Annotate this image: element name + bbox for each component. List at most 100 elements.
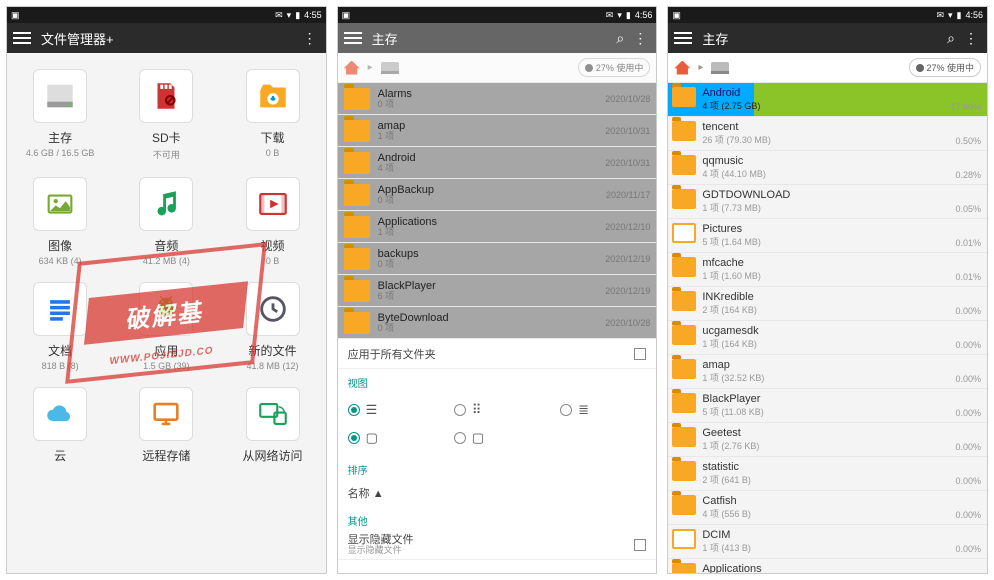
doc-icon (33, 282, 87, 336)
view-section-head: 视图 (338, 369, 657, 392)
tile-music[interactable]: 音频41.2 MB (4) (113, 169, 219, 274)
battery-icon: ▮ (957, 10, 962, 21)
tile-monitor[interactable]: 远程存储 (113, 379, 219, 474)
tile-video[interactable]: 视频 0 B (219, 169, 325, 274)
folder-status-icon: ▣ (11, 10, 20, 21)
tile-cloud[interactable]: 云 (7, 379, 113, 474)
apply-all-row[interactable]: 应用于所有文件夹 (338, 339, 657, 369)
tile-label: 视频 (261, 237, 285, 254)
app-bar: 文件管理器+ ⋮ (7, 23, 326, 53)
tile-label: SD卡 (152, 129, 181, 146)
folder-row[interactable]: statistic2 项 (641 B)0.00% (668, 457, 987, 491)
storage-list-body[interactable]: Android 4 项 (2.75 GB) 17.60% tencent26 项… (668, 83, 987, 573)
folder-row[interactable]: backups0 项2020/12/19 (338, 243, 657, 275)
folder-icon (672, 291, 696, 311)
tile-apk[interactable]: 应用1.5 GB (39) (113, 274, 219, 379)
folder-row[interactable]: AppBackup0 项2020/11/17 (338, 179, 657, 211)
image-icon (33, 177, 87, 231)
hidden-files-row[interactable]: 显示隐藏文件 显示隐藏文件 (338, 530, 657, 560)
radio-icon (348, 432, 360, 444)
menu-icon[interactable] (674, 32, 692, 44)
radio-icon (560, 404, 572, 416)
overflow-icon[interactable]: ⋮ (961, 30, 981, 47)
apk-icon (139, 282, 193, 336)
folder-icon (672, 461, 696, 481)
overflow-icon[interactable]: ⋮ (300, 30, 320, 47)
folder-icon (672, 359, 696, 379)
overflow-icon[interactable]: ⋮ (630, 30, 650, 47)
folder-row[interactable]: Pictures5 项 (1.64 MB)0.01% (668, 219, 987, 253)
folder-row[interactable]: BlackPlayer6 项2020/12/19 (338, 275, 657, 307)
tile-sub: 0 B (266, 256, 280, 266)
tile-doc[interactable]: 文档818 B (8) (7, 274, 113, 379)
folder-icon (672, 155, 696, 175)
clock: 4:56 (635, 10, 653, 20)
folder-row[interactable]: qqmusic4 项 (44.10 MB)0.28% (668, 151, 987, 185)
tile-clock[interactable]: 新的文件41.8 MB (12) (219, 274, 325, 379)
folder-row[interactable]: Applications1 项 (259 B)0.00% (668, 559, 987, 573)
tile-image[interactable]: 图像634 KB (4) (7, 169, 113, 274)
menu-icon[interactable] (13, 32, 31, 44)
folder-row[interactable]: BlackPlayer5 项 (11.08 KB)0.00% (668, 389, 987, 423)
tile-label: 主存 (48, 129, 72, 146)
status-bar: ▣ ✉ ▾ ▮ 4:56 (338, 7, 657, 23)
view-detail[interactable]: ≣ (550, 396, 656, 424)
view-gallery-a[interactable]: ▢ (338, 424, 444, 452)
folder-row[interactable]: DCIM1 项 (413 B)0.00% (668, 525, 987, 559)
checkbox[interactable] (634, 539, 646, 551)
folder-row[interactable]: Alarms0 项2020/10/28 (338, 83, 657, 115)
folder-row[interactable]: Geetest1 项 (2.76 KB)0.00% (668, 423, 987, 457)
tile-disk[interactable]: 主存4.6 GB / 16.5 GB (7, 61, 113, 169)
folder-row[interactable]: GDTDOWNLOAD1 项 (7.73 MB)0.05% (668, 185, 987, 219)
list-icon: ☰ (366, 402, 378, 418)
checkbox[interactable] (634, 348, 646, 360)
folder-icon (672, 257, 696, 277)
radio-icon (454, 432, 466, 444)
menu-icon[interactable] (344, 32, 362, 44)
tile-sub: 1.5 GB (39) (143, 361, 190, 371)
search-icon[interactable]: ⌕ (610, 30, 630, 47)
phone-2: ▣ ✉ ▾ ▮ 4:56 主存 ⌕ ⋮ ▸ 27% 使用中 Alarms0 项2… (337, 6, 658, 574)
disk-icon[interactable] (381, 62, 399, 74)
clock: 4:55 (304, 10, 322, 20)
other-section-head: 其他 (338, 507, 657, 530)
clock-icon (246, 282, 300, 336)
tile-lan[interactable]: 从网络访问 (219, 379, 325, 474)
folder-row[interactable]: INKredible2 项 (164 KB)0.00% (668, 287, 987, 321)
folder-row[interactable]: mfcache1 项 (1.60 MB)0.01% (668, 253, 987, 287)
chat-icon: ✉ (275, 10, 283, 21)
folder-row[interactable]: Android4 项2020/10/31 (338, 147, 657, 179)
battery-icon: ▮ (626, 10, 631, 21)
folder-row[interactable]: ByteDownload0 项2020/10/28 (338, 307, 657, 339)
tile-label: 音频 (154, 237, 178, 254)
tile-sub: 818 B (8) (42, 361, 79, 371)
app-bar: 主存 ⌕ ⋮ (338, 23, 657, 53)
download-icon (246, 69, 300, 123)
folder-row[interactable]: amap1 项2020/10/31 (338, 115, 657, 147)
view-gallery-b[interactable]: ▢ (444, 424, 550, 452)
folder-icon (344, 216, 370, 238)
home-icon[interactable] (674, 61, 690, 75)
home-icon[interactable] (344, 61, 360, 75)
tile-sd[interactable]: SD卡不可用 (113, 61, 219, 169)
tile-download[interactable]: 下载0 B (219, 61, 325, 169)
folder-row[interactable]: amap1 项 (32.52 KB)0.00% (668, 355, 987, 389)
folder-icon (344, 184, 370, 206)
breadcrumb: ▸ 27% 使用中 (668, 53, 987, 83)
folder-row[interactable]: tencent26 项 (79.30 MB)0.50% (668, 117, 987, 151)
view-list[interactable]: ☰ (338, 396, 444, 424)
home-grid-body: 主存4.6 GB / 16.5 GBSD卡不可用下载0 B 图像634 KB (4… (7, 53, 326, 573)
disk-icon[interactable] (711, 62, 729, 74)
folder-row[interactable]: Catfish4 项 (556 B)0.00% (668, 491, 987, 525)
view-grid[interactable]: ⠿ (444, 396, 550, 424)
lan-icon (246, 387, 300, 441)
usage-badge[interactable]: 27% 使用中 (578, 58, 651, 77)
search-icon[interactable]: ⌕ (941, 30, 961, 47)
folder-row[interactable]: Applications1 项2020/12/10 (338, 211, 657, 243)
folder-icon (344, 152, 370, 174)
folder-row[interactable]: ucgamesdk1 项 (164 KB)0.00% (668, 321, 987, 355)
usage-badge[interactable]: 27% 使用中 (909, 58, 982, 77)
globe-icon (585, 64, 593, 72)
sort-value[interactable]: 名称 ▲ (338, 479, 657, 507)
folder-row-hero[interactable]: Android 4 项 (2.75 GB) 17.60% (668, 83, 987, 117)
